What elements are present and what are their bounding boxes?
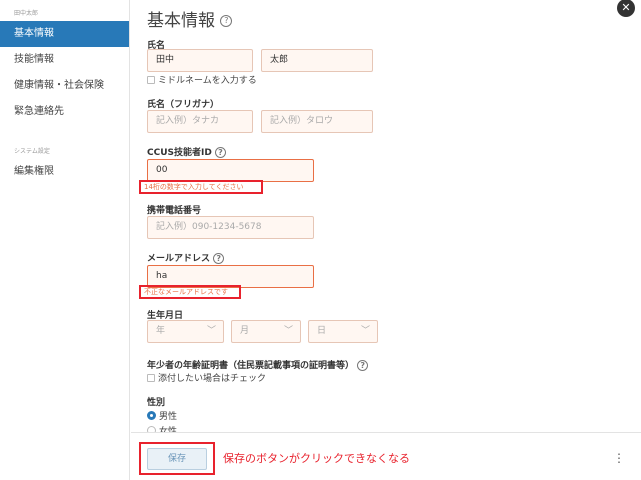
more-vertical-icon[interactable]: ⋮: [613, 451, 625, 465]
kana-first-name-input[interactable]: 記入例）タロウ: [261, 110, 373, 133]
checkbox-icon: [147, 374, 155, 382]
gender-male-label: 男性: [159, 412, 178, 422]
footer-bar: 保存 保存のボタンがクリックできなくなる ⋮: [131, 432, 641, 480]
annotation-text: 保存のボタンがクリックできなくなる: [223, 452, 410, 465]
radio-selected-icon: [147, 411, 156, 420]
ccus-id-label-text: CCUS技能者ID: [147, 148, 212, 158]
ccus-id-input[interactable]: 00: [147, 159, 314, 182]
birth-month-select[interactable]: 月 ﹀: [231, 320, 301, 343]
help-icon[interactable]: ?: [213, 253, 225, 264]
gender-label: 性別: [147, 398, 166, 408]
chevron-down-icon: ﹀: [360, 326, 370, 336]
gender-male-radio[interactable]: 男性: [147, 409, 177, 422]
help-icon[interactable]: ?: [357, 360, 369, 371]
checkbox-icon: [147, 76, 155, 84]
main-panel: 基本情報 ? ✕ 氏名 田中 太郎 ミドルネームを入力する 氏名（フリガナ） 記…: [131, 0, 641, 480]
sidebar-item-skills[interactable]: 技能情報: [0, 47, 129, 73]
sidebar: 田中太郎 基本情報 技能情報 健康情報・社会保険 緊急連絡先 システム設定 編集…: [0, 0, 130, 480]
middle-name-checkbox[interactable]: ミドルネームを入力する: [147, 73, 257, 86]
sidebar-group-system: システム設定: [14, 148, 50, 155]
page-title-text: 基本情報: [147, 11, 215, 31]
help-icon[interactable]: ?: [220, 15, 233, 27]
birth-day-value: 日: [317, 326, 327, 336]
ccus-id-error: 14桁の数字で入力してください: [139, 180, 263, 194]
first-name-input[interactable]: 太郎: [261, 49, 373, 72]
chevron-down-icon: ﹀: [283, 326, 293, 336]
email-label-text: メールアドレス: [147, 254, 211, 264]
birth-month-value: 月: [240, 326, 250, 336]
sidebar-item-emergency-contact[interactable]: 緊急連絡先: [0, 99, 129, 125]
ccus-id-label: CCUS技能者ID ?: [147, 145, 226, 158]
help-icon[interactable]: ?: [214, 147, 226, 158]
save-button[interactable]: 保存: [147, 448, 207, 470]
birth-year-value: 年: [156, 326, 166, 336]
chevron-down-icon: ﹀: [206, 326, 216, 336]
email-label: メールアドレス ?: [147, 251, 225, 264]
save-button-highlight: 保存: [139, 442, 215, 475]
minor-certificate-checkbox[interactable]: 添付したい場合はチェック: [147, 371, 266, 384]
sidebar-item-edit-permissions[interactable]: 編集権限: [0, 159, 129, 185]
sidebar-item-basic-info[interactable]: 基本情報: [0, 21, 129, 47]
minor-certificate-label: 年少者の年齢証明書（住民票記載事項の証明書等） ?: [147, 358, 369, 371]
birth-day-select[interactable]: 日 ﹀: [308, 320, 378, 343]
last-name-input[interactable]: 田中: [147, 49, 253, 72]
close-icon[interactable]: ✕: [617, 0, 635, 17]
birth-year-select[interactable]: 年 ﹀: [147, 320, 224, 343]
sidebar-group-user: 田中太郎: [14, 10, 39, 17]
minor-certificate-checkbox-label: 添付したい場合はチェック: [158, 374, 267, 384]
kana-label: 氏名（フリガナ）: [147, 100, 220, 110]
sidebar-item-health-insurance[interactable]: 健康情報・社会保険: [0, 73, 129, 99]
phone-label: 携帯電話番号: [147, 206, 202, 216]
phone-input[interactable]: 記入例）090-1234-5678: [147, 216, 314, 239]
email-error: 不正なメールアドレスです: [139, 285, 241, 299]
page-title: 基本情報 ?: [147, 6, 233, 31]
middle-name-checkbox-label: ミドルネームを入力する: [158, 76, 257, 86]
kana-last-name-input[interactable]: 記入例）タナカ: [147, 110, 253, 133]
minor-certificate-label-text: 年少者の年齢証明書（住民票記載事項の証明書等）: [147, 361, 355, 371]
